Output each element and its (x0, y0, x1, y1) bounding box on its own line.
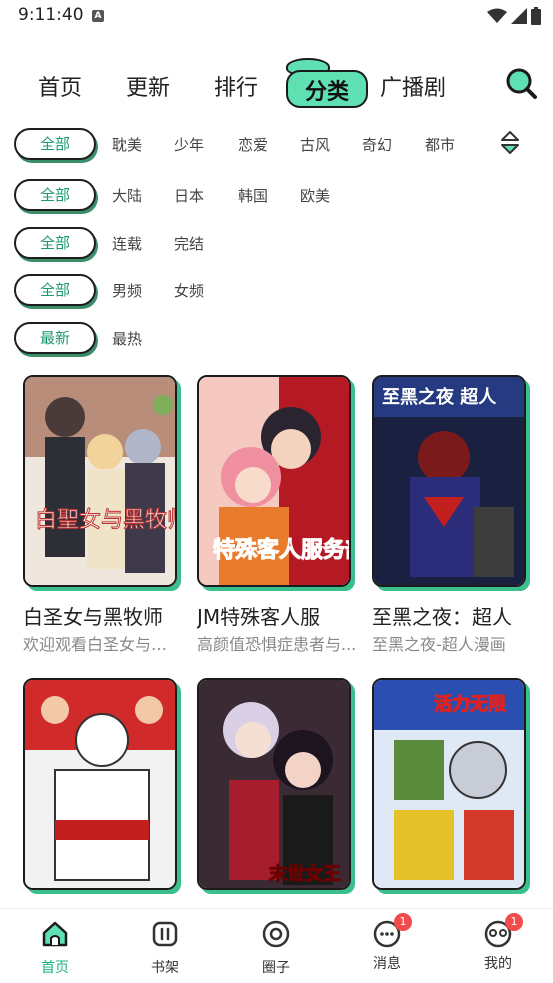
wifi-icon (487, 8, 507, 23)
filter-option[interactable]: 耽美 (112, 134, 142, 155)
signal-icon (511, 8, 527, 24)
filter-status-selected[interactable]: 全部 (14, 227, 96, 259)
comic-title[interactable]: 至黑之夜：超人 (372, 601, 540, 630)
message-badge: 1 (394, 913, 412, 931)
filter-option[interactable]: 都市 (425, 134, 455, 155)
comic-cover-art: 特殊客人服务部 (199, 377, 351, 585)
comic-cover-art: 至黑之夜 超人 (374, 377, 524, 585)
expand-toggle-icon[interactable] (498, 128, 522, 158)
bottom-tab-label: 书架 (151, 960, 179, 976)
filter-option[interactable]: 欧美 (300, 185, 330, 206)
filter-option[interactable]: 奇幻 (362, 134, 392, 155)
filter-option[interactable]: 恋爱 (238, 134, 268, 155)
filter-option[interactable]: 日本 (174, 185, 204, 206)
filter-option[interactable]: 完结 (174, 233, 204, 254)
filter-option[interactable]: 连载 (112, 233, 142, 254)
tab-category-label: 分类 (304, 80, 349, 105)
comic-cover-title: 末世女王 (269, 863, 341, 885)
filter-option[interactable]: 少年 (174, 134, 204, 155)
bottom-tab-label: 我的 (484, 956, 512, 972)
comic-cover[interactable]: 白聖女与黑牧师 (23, 375, 177, 587)
filter-row-genre: 全部 耽美 少年 恋爱 古风 奇幻 都市 (14, 128, 539, 164)
filter-option[interactable]: 女频 (174, 280, 204, 301)
tab-ranking[interactable]: 排行 (214, 70, 258, 102)
filter-genre-selected[interactable]: 全部 (14, 128, 96, 160)
home-icon (42, 921, 68, 947)
status-icons (487, 7, 541, 25)
comic-cover[interactable]: 特殊客人服务部 (197, 375, 351, 587)
comic-title[interactable]: 白圣女与黑牧师 (23, 601, 191, 630)
comic-cover[interactable] (23, 678, 177, 890)
filter-option[interactable]: 大陆 (112, 185, 142, 206)
bottom-nav: 首页 书架 圈子 1 消息 1 我的 (0, 908, 553, 983)
comic-cover-title: 至黑之夜 超人 (382, 386, 497, 408)
comic-cover[interactable]: 末世女王 (197, 678, 351, 890)
comic-cover-title: 活力无限 (434, 693, 507, 715)
comic-title[interactable]: JM特殊客人服 (197, 601, 365, 630)
profile-badge: 1 (505, 913, 523, 931)
profile-icon-wrap: 1 (483, 913, 523, 949)
status-bar: 9:11:40 A (0, 0, 553, 32)
bottom-tab-circle[interactable]: 圈子 (241, 919, 311, 977)
filter-option[interactable]: 古风 (300, 134, 330, 155)
filter-option[interactable]: 最热 (112, 328, 142, 349)
comic-cover-art: 活力无限 (374, 680, 524, 888)
circle-icon (262, 920, 290, 948)
comic-cover-art (25, 680, 175, 888)
comic-cover-art: 白聖女与黑牧师 (25, 377, 177, 585)
message-icon-wrap: 1 (372, 913, 412, 949)
tab-updates[interactable]: 更新 (126, 70, 170, 102)
bottom-tab-home[interactable]: 首页 (20, 919, 90, 977)
filter-audience-selected[interactable]: 全部 (14, 274, 96, 306)
bottom-tab-bookshelf[interactable]: 书架 (130, 919, 200, 977)
search-icon[interactable] (504, 66, 538, 100)
comic-cover-art: 末世女王 (199, 680, 349, 888)
filter-region-selected[interactable]: 全部 (14, 179, 96, 211)
bookshelf-icon (152, 921, 178, 947)
bottom-tab-label: 圈子 (262, 960, 290, 976)
tab-home[interactable]: 首页 (38, 70, 82, 102)
battery-icon (531, 7, 541, 25)
comic-cover[interactable]: 活力无限 (372, 678, 526, 890)
comic-desc: 欢迎观看白圣女与黑牧师 (23, 635, 183, 654)
filter-sort-selected[interactable]: 最新 (14, 322, 96, 354)
bottom-tab-label: 首页 (41, 960, 69, 976)
filter-option[interactable]: 男频 (112, 280, 142, 301)
bottom-tab-label: 消息 (373, 956, 401, 972)
tab-radio-drama[interactable]: 广播剧 (380, 70, 446, 102)
filter-row-sort: 最新 最热 (14, 322, 539, 358)
tab-category[interactable]: 分类 (284, 58, 368, 110)
bottom-tab-profile[interactable]: 1 我的 (463, 913, 533, 973)
filter-row-region: 全部 大陆 日本 韩国 欧美 (14, 179, 539, 215)
filter-row-audience: 全部 男频 女频 (14, 274, 539, 310)
filter-option[interactable]: 韩国 (238, 185, 268, 206)
comic-cover[interactable]: 至黑之夜 超人 (372, 375, 526, 587)
filter-row-status: 全部 连载 完结 (14, 227, 539, 263)
comic-desc: 高颜值恐惧症患者与... (197, 635, 357, 654)
comic-desc: 至黑之夜-超人漫画 (372, 635, 506, 654)
top-nav: 首页 更新 排行 分类 广播剧 (0, 56, 553, 116)
bottom-tab-messages[interactable]: 1 消息 (352, 913, 422, 973)
comic-cover-title: 特殊客人服务部 (213, 537, 351, 563)
status-time: 9:11:40 (18, 5, 84, 25)
comic-cover-title: 白聖女与黑牧师 (35, 508, 177, 533)
notification-icon: A (92, 10, 104, 22)
